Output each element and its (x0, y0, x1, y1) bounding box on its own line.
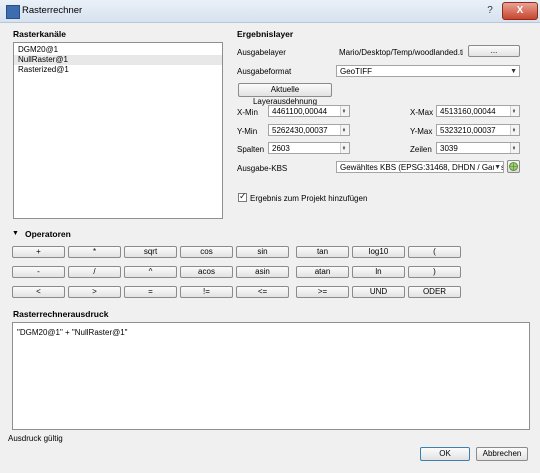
status-message: Ausdruck gültig (8, 434, 63, 443)
crs-selector-button[interactable] (507, 160, 520, 173)
operator-button[interactable]: != (180, 286, 233, 298)
xmin-label: X-Min (237, 108, 258, 117)
operator-button[interactable]: ) (408, 266, 461, 278)
xmax-value: 4513160,00044 (440, 107, 496, 116)
list-item[interactable]: DGM20@1 (14, 45, 222, 55)
chevron-down-icon: ▼ (510, 68, 517, 75)
columns-input[interactable]: 2603 (268, 141, 350, 155)
list-item[interactable]: NullRaster@1 (14, 55, 222, 65)
current-extent-button[interactable]: Aktuelle Layerausdehnung (238, 83, 332, 106)
xmax-input[interactable]: 4513160,00044 (436, 104, 520, 118)
ymin-input[interactable]: 5262430,00037 (268, 123, 350, 137)
spinner-arrows-icon[interactable] (510, 141, 519, 155)
operator-button[interactable]: + (12, 246, 65, 258)
columns-label: Spalten (237, 145, 265, 154)
operator-button[interactable]: = (124, 286, 177, 298)
output-format-label: Ausgabeformat (237, 67, 292, 76)
ok-button[interactable]: OK (420, 447, 470, 461)
add-to-project-label: Ergebnis zum Projekt hinzufügen (250, 194, 368, 203)
xmin-input[interactable]: 4461100,00044 (268, 104, 350, 118)
chevron-down-icon: ▼ (494, 162, 501, 172)
cancel-button[interactable]: Abbrechen (476, 447, 528, 461)
expression-text: "DGM20@1" + "NullRaster@1" (17, 328, 128, 337)
crs-select[interactable]: Gewähltes KBS (EPSG:31468, DHDN / Gauss … (336, 161, 504, 173)
help-button[interactable]: ? (480, 3, 500, 18)
operator-button[interactable]: atan (296, 266, 349, 278)
operator-button[interactable]: - (12, 266, 65, 278)
operator-button[interactable]: <= (236, 286, 289, 298)
spinner-arrows-icon[interactable] (340, 123, 349, 137)
crs-value: Gewähltes KBS (EPSG:31468, DHDN / Gauss (340, 163, 504, 172)
spinner-arrows-icon[interactable] (510, 123, 519, 137)
operator-button[interactable]: > (68, 286, 121, 298)
operator-button[interactable]: >= (296, 286, 349, 298)
columns-value: 2603 (272, 144, 290, 153)
operator-button[interactable]: UND (352, 286, 405, 298)
ymin-label: Y-Min (237, 127, 258, 136)
operator-button[interactable]: ^ (124, 266, 177, 278)
output-layer-label: Ausgabelayer (237, 48, 286, 57)
spinner-arrows-icon[interactable] (340, 141, 349, 155)
operator-button[interactable]: asin (236, 266, 289, 278)
ymax-label: Y-Max (410, 127, 433, 136)
raster-bands-list[interactable]: DGM20@1 NullRaster@1 Rasterized@1 (13, 42, 223, 219)
xmax-label: X-Max (410, 108, 434, 117)
globe-icon (509, 162, 518, 171)
window-title: Rasterrechner (22, 5, 83, 16)
operator-button[interactable]: < (12, 286, 65, 298)
operator-button[interactable]: ODER (408, 286, 461, 298)
operator-button[interactable]: ln (352, 266, 405, 278)
rows-input[interactable]: 3039 (436, 141, 520, 155)
checkmark-icon: ✓ (239, 191, 247, 201)
expression-editor[interactable]: "DGM20@1" + "NullRaster@1" (12, 322, 530, 430)
operator-button[interactable]: / (68, 266, 121, 278)
operator-button[interactable]: sqrt (124, 246, 177, 258)
raster-bands-title: Rasterkanäle (13, 29, 66, 39)
close-button[interactable]: X (502, 2, 538, 20)
browse-button[interactable]: ... (468, 45, 520, 57)
operator-button[interactable]: ( (408, 246, 461, 258)
operator-button[interactable]: log10 (352, 246, 405, 258)
add-to-project-checkbox[interactable]: ✓ (238, 191, 247, 202)
operators-title: Operatoren (25, 229, 71, 239)
ymax-value: 5323210,00037 (440, 126, 496, 135)
ymin-value: 5262430,00037 (272, 126, 328, 135)
spinner-arrows-icon[interactable] (510, 104, 519, 118)
collapse-triangle-icon[interactable]: ▼ (12, 230, 19, 237)
rows-label: Zeilen (410, 145, 432, 154)
operator-button[interactable]: cos (180, 246, 233, 258)
xmin-value: 4461100,00044 (272, 107, 328, 116)
output-format-value: GeoTIFF (340, 67, 373, 76)
rows-value: 3039 (440, 144, 458, 153)
spinner-arrows-icon[interactable] (340, 104, 349, 118)
expression-title: Rasterrechnerausdruck (13, 309, 109, 319)
operator-button[interactable]: acos (180, 266, 233, 278)
list-item[interactable]: Rasterized@1 (14, 65, 222, 75)
calculator-icon (6, 5, 20, 19)
operator-button[interactable]: tan (296, 246, 349, 258)
result-layer-title: Ergebnislayer (237, 29, 294, 39)
output-layer-path[interactable]: Mario/Desktop/Temp/woodlanded.tif (339, 48, 463, 57)
operator-button[interactable]: * (68, 246, 121, 258)
crs-label: Ausgabe-KBS (237, 164, 288, 173)
output-format-select[interactable]: GeoTIFF ▼ (336, 65, 520, 77)
ymax-input[interactable]: 5323210,00037 (436, 123, 520, 137)
operator-button[interactable]: sin (236, 246, 289, 258)
